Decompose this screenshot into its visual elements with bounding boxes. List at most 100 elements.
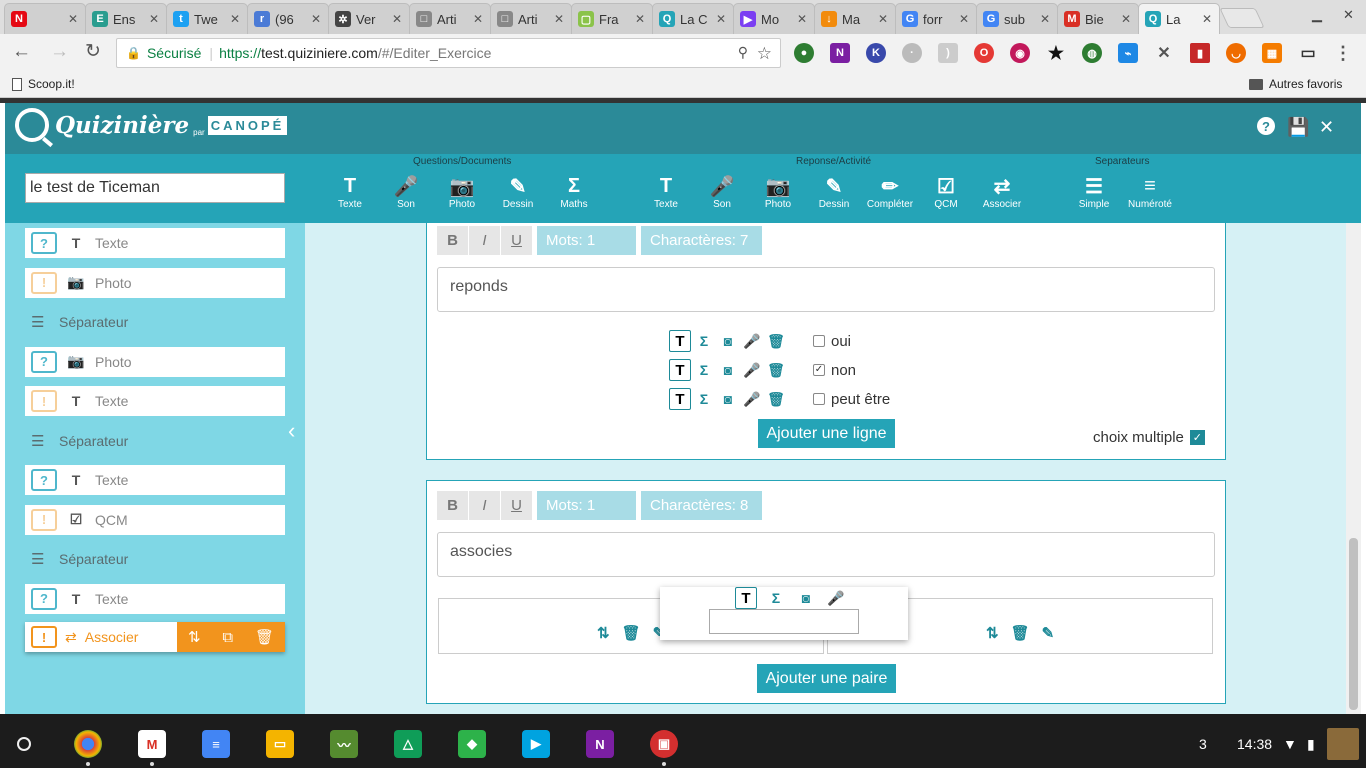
sidebar-item-texte[interactable]: ? T Texte [25, 228, 285, 258]
pencil-icon[interactable]: ✎ [1042, 624, 1055, 642]
app-icon-5[interactable]: 〰 [330, 730, 358, 758]
battery-icon[interactable]: ▮ [1307, 736, 1315, 753]
text-type-icon[interactable]: T [669, 330, 691, 352]
tool-dessin[interactable]: ✎ Dessin [490, 174, 546, 210]
microphone-type-icon[interactable]: 🎤 [741, 330, 763, 352]
camera-type-icon[interactable]: ◙ [717, 330, 739, 352]
camera-type-icon[interactable]: ◙ [795, 587, 817, 609]
star-extension-icon[interactable]: ★ [1046, 43, 1066, 63]
trash-icon[interactable]: 🗑 [765, 388, 787, 410]
bold-button[interactable]: B [437, 491, 468, 520]
extension-icon-4[interactable]: · [902, 43, 922, 63]
tool-simple[interactable]: ☰ Simple [1066, 174, 1122, 210]
tab-close-icon[interactable]: ✕ [230, 12, 240, 26]
browser-tab[interactable]: Gforr ✕ [895, 3, 977, 34]
swap-icon[interactable]: ⇅ [597, 624, 610, 642]
browser-tab[interactable]: ✲ Ver ✕ [328, 3, 410, 34]
text-type-icon[interactable]: T [669, 388, 691, 410]
browser-tab[interactable]: N ✕ [4, 3, 86, 34]
camera-type-icon[interactable]: ◙ [717, 359, 739, 381]
bold-button[interactable]: B [437, 226, 468, 255]
browser-tab[interactable]: ↓ Ma ✕ [814, 3, 896, 34]
option-checkbox[interactable] [813, 393, 825, 405]
extension-icon-9[interactable]: ◍ [1082, 43, 1102, 63]
browser-tab[interactable]: r (96 ✕ [247, 3, 329, 34]
browser-tab[interactable]: ▢ Fra ✕ [571, 3, 653, 34]
tab-close-icon[interactable]: ✕ [1121, 12, 1131, 26]
onenote-icon[interactable]: N [586, 730, 614, 758]
browser-tab[interactable]: □ Arti ✕ [490, 3, 572, 34]
underline-button[interactable]: U [501, 226, 532, 255]
menu-icon[interactable]: ⋮ [1333, 43, 1353, 63]
bookmark-star-icon[interactable]: ☆ [757, 44, 772, 64]
text-type-icon[interactable]: T [735, 587, 757, 609]
tab-close-icon[interactable]: ✕ [1202, 12, 1212, 26]
sidebar-item-qcm[interactable]: ! ☑ QCM [25, 504, 285, 535]
browser-tab[interactable]: M Bie ✕ [1057, 3, 1139, 34]
tool-photo[interactable]: 📷 Photo [434, 174, 490, 210]
microphone-type-icon[interactable]: 🎤 [825, 587, 847, 609]
back-button[interactable]: ← [12, 42, 31, 62]
tab-close-icon[interactable]: ✕ [635, 12, 645, 26]
browser-tab[interactable]: □ Arti ✕ [409, 3, 491, 34]
chrome-icon[interactable] [74, 730, 102, 758]
key-icon[interactable]: ⚲ [738, 44, 748, 61]
feedly-icon[interactable]: ◆ [458, 730, 486, 758]
answer-text-field[interactable]: associes [437, 532, 1215, 577]
sidebar-item-texte[interactable]: ? T Texte [25, 465, 285, 495]
close-editor-button[interactable]: ✕ [1319, 117, 1334, 138]
trash-icon[interactable]: 🗑 [765, 330, 787, 352]
tool-associer[interactable]: ⇄ Associer [974, 174, 1030, 210]
sidebar-separator[interactable]: ☰ Séparateur [25, 544, 285, 574]
collapse-sidebar-icon[interactable]: ‹ [288, 418, 295, 444]
microphone-type-icon[interactable]: 🎤 [741, 359, 763, 381]
drive-icon[interactable]: △ [394, 730, 422, 758]
scrollbar-thumb[interactable] [1349, 538, 1358, 710]
desktop-icon[interactable]: ▭ [1298, 43, 1318, 63]
add-line-button[interactable]: Ajouter une ligne [758, 419, 895, 448]
italic-button[interactable]: I [469, 491, 500, 520]
trash-icon[interactable]: 🗑 [255, 628, 274, 646]
move-icon[interactable]: ⇅ [188, 628, 201, 646]
tool-son[interactable]: 🎤 Son [378, 174, 434, 210]
tool-numéroté[interactable]: ≡ Numéroté [1122, 174, 1178, 210]
sidebar-separator[interactable]: ☰ Séparateur [25, 426, 285, 456]
gmail-icon[interactable]: M [138, 730, 166, 758]
trash-icon[interactable]: 🗑 [765, 359, 787, 381]
tab-close-icon[interactable]: ✕ [392, 12, 402, 26]
forward-button[interactable]: → [50, 42, 69, 62]
clock[interactable]: 14:38 [1237, 736, 1272, 752]
math-type-icon[interactable]: Σ [693, 330, 715, 352]
browser-tab[interactable]: E Ens ✕ [85, 3, 167, 34]
tab-close-icon[interactable]: ✕ [149, 12, 159, 26]
tab-close-icon[interactable]: ✕ [554, 12, 564, 26]
extension-icon-14[interactable]: ▦ [1262, 43, 1282, 63]
option-checkbox[interactable]: ✓ [813, 364, 825, 376]
tool-qcm[interactable]: ☑ QCM [918, 174, 974, 210]
text-type-icon[interactable]: T [669, 359, 691, 381]
tab-close-icon[interactable]: ✕ [311, 12, 321, 26]
math-type-icon[interactable]: Σ [693, 359, 715, 381]
tool-texte[interactable]: T Texte [638, 174, 694, 210]
rss-extension-icon[interactable]: ) [938, 43, 958, 63]
microphone-type-icon[interactable]: 🎤 [741, 388, 763, 410]
tab-close-icon[interactable]: ✕ [473, 12, 483, 26]
extension-icon-13[interactable]: ◡ [1226, 43, 1246, 63]
pair-text-input[interactable] [709, 609, 859, 634]
sidebar-item-texte[interactable]: ? T Texte [25, 583, 285, 614]
sidebar-item-photo[interactable]: ? 📷 Photo [25, 346, 285, 377]
launcher-icon[interactable] [17, 737, 31, 751]
help-button[interactable]: ? [1257, 117, 1275, 135]
gallery-icon[interactable]: ▣ [650, 730, 678, 758]
add-pair-button[interactable]: Ajouter une paire [757, 664, 896, 693]
quiziniere-logo[interactable]: Quizinière par CANOPÉ [15, 108, 288, 142]
minimize-button[interactable]: ▁ [1312, 7, 1322, 23]
tab-close-icon[interactable]: ✕ [878, 12, 888, 26]
bookmark-scoopit[interactable]: Scoop.it! [12, 77, 75, 91]
multiple-choice-toggle[interactable]: choix multiple ✓ [1093, 429, 1205, 446]
tool-texte[interactable]: T Texte [322, 174, 378, 210]
tab-close-icon[interactable]: ✕ [959, 12, 969, 26]
tab-close-icon[interactable]: ✕ [1040, 12, 1050, 26]
docs-icon[interactable]: ≡ [202, 730, 230, 758]
tool-photo[interactable]: 📷 Photo [750, 174, 806, 210]
